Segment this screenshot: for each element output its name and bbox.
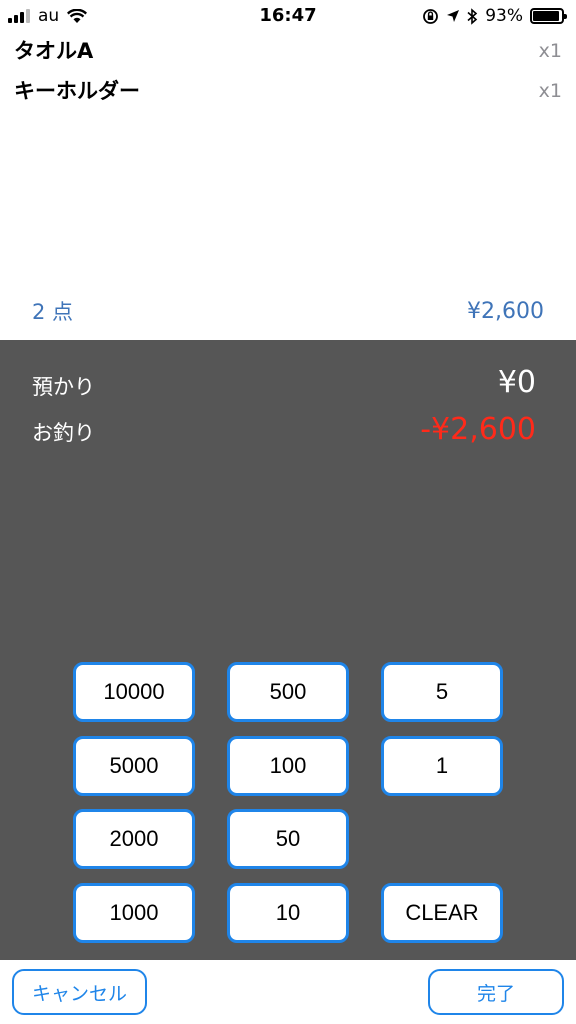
item-quantity: x1 xyxy=(538,80,562,102)
item-name: キーホルダー xyxy=(14,79,140,103)
battery-percent: 93% xyxy=(485,6,523,26)
key-50-button[interactable]: 50 xyxy=(227,809,349,869)
bluetooth-icon xyxy=(467,7,478,25)
key-5-button[interactable]: 5 xyxy=(381,662,503,722)
done-button[interactable]: 完了 xyxy=(428,969,564,1015)
key-1-button[interactable]: 1 xyxy=(381,736,503,796)
list-item[interactable]: タオルA x1 xyxy=(0,36,576,66)
change-label: お釣り xyxy=(32,421,95,445)
change-value: -¥2,600 xyxy=(420,412,536,447)
deposit-value: ¥0 xyxy=(497,365,536,400)
order-summary: 2 点 ¥2,600 xyxy=(0,295,576,329)
key-10-button[interactable]: 10 xyxy=(227,883,349,943)
key-10000-button[interactable]: 10000 xyxy=(73,662,195,722)
key-500-button[interactable]: 500 xyxy=(227,662,349,722)
key-2000-button[interactable]: 2000 xyxy=(73,809,195,869)
cancel-button[interactable]: キャンセル xyxy=(12,969,147,1015)
key-5000-button[interactable]: 5000 xyxy=(73,736,195,796)
location-arrow-icon xyxy=(447,10,460,22)
item-count: 2 点 xyxy=(32,300,74,324)
list-item[interactable]: キーホルダー x1 xyxy=(0,76,576,106)
key-1000-button[interactable]: 1000 xyxy=(73,883,195,943)
clear-button[interactable]: CLEAR xyxy=(381,883,503,943)
status-bar: au 16:47 93% xyxy=(0,0,576,32)
item-quantity: x1 xyxy=(538,40,562,62)
key-100-button[interactable]: 100 xyxy=(227,736,349,796)
total-amount: ¥2,600 xyxy=(467,299,544,324)
status-right: 93% xyxy=(422,6,567,26)
orientation-lock-icon xyxy=(423,8,439,24)
battery-icon xyxy=(530,8,567,24)
deposit-label: 預かり xyxy=(32,375,95,399)
item-name: タオルA xyxy=(14,39,94,63)
